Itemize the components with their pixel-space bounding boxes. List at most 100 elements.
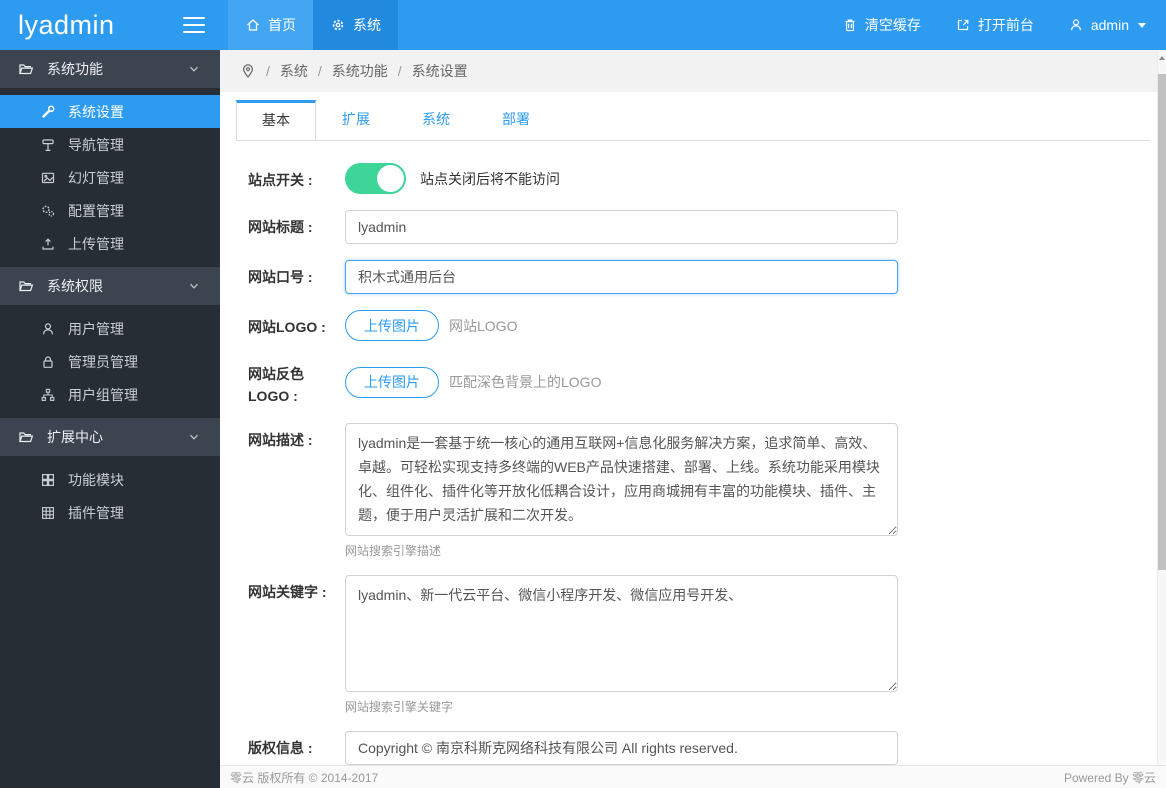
- tab-system[interactable]: 系统: [396, 100, 476, 140]
- field-label: 网站描述 :: [248, 432, 313, 449]
- field-label: 网站关键字 :: [248, 584, 327, 601]
- upload-icon: [42, 237, 54, 250]
- section-label: 系统功能: [47, 61, 103, 77]
- settings-form: 站点开关 : 站点关闭后将不能访问 网站标题 : lyadmin 网站口号: …: [220, 141, 1166, 765]
- body: 系统功能 系统设置 导航管理 幻灯管理 配置管理 上传管理 系统权限 用户管理 …: [0, 50, 1166, 788]
- sidebar-item-label: 配置管理: [68, 202, 124, 219]
- upload-inverse-logo-button[interactable]: 上传图片: [345, 366, 439, 398]
- form-row-site-title: 网站标题 :: [248, 210, 1166, 244]
- site-title-input[interactable]: [345, 210, 898, 244]
- folder-open-icon: [19, 281, 34, 292]
- user-menu-label: admin: [1090, 17, 1129, 33]
- field-label: 站点开关 :: [248, 172, 313, 188]
- top-nav: 首页 系统: [228, 0, 398, 50]
- sidebar-section-extension-center[interactable]: 扩展中心: [0, 418, 220, 456]
- breadcrumb-item-system[interactable]: 系统: [280, 61, 308, 81]
- sidebar-item-label: 插件管理: [68, 504, 124, 521]
- sidebar-item-label: 导航管理: [68, 136, 124, 153]
- gear-icon: [332, 19, 344, 31]
- footer-powered-by: Powered By 零云: [1063, 770, 1156, 785]
- sidebar-item-nav-management[interactable]: 导航管理: [0, 128, 220, 161]
- content: 基本 扩展 系统 部署 站点开关 : 站点关闭后将不能访问 网站标题: lya…: [220, 92, 1166, 765]
- menu-list-extension-center: 功能模块 插件管理: [0, 456, 220, 536]
- sidebar-item-label: 幻灯管理: [68, 169, 124, 186]
- copyright-input[interactable]: [345, 731, 898, 765]
- sidebar-item-config-management[interactable]: 配置管理: [0, 194, 220, 227]
- nav-item-label: 系统: [353, 17, 381, 33]
- form-row-site-logo-inverse: 网站反色LOGO : 上传图片 匹配深色背景上的LOGO: [248, 357, 1166, 407]
- sidebar-item-function-modules[interactable]: 功能模块: [0, 463, 220, 496]
- field-label: 网站标题 :: [248, 219, 313, 235]
- site-description-textarea[interactable]: lyadmin是一套基于统一核心的通用互联网+信息化服务解决方案，追求简单、高效…: [345, 423, 898, 537]
- chevron-down-icon: [190, 66, 198, 72]
- sidebar-item-upload-management[interactable]: 上传管理: [0, 227, 220, 260]
- sidebar-section-system-permissions[interactable]: 系统权限: [0, 267, 220, 305]
- form-row-site-keywords: 网站关键字 : lyadmin、新一代云平台、微信小程序开发、微信应用号开发、 …: [248, 575, 1166, 715]
- nav-item-home[interactable]: 首页: [228, 0, 313, 50]
- app-logo: lyadmin: [18, 9, 115, 40]
- breadcrumb-item-system-functions[interactable]: 系统功能: [332, 61, 388, 81]
- clear-cache-button[interactable]: 清空缓存: [842, 15, 921, 35]
- breadcrumb-separator: /: [397, 63, 402, 79]
- sidebar-item-label: 功能模块: [68, 471, 124, 488]
- tab-basic[interactable]: 基本: [236, 100, 316, 140]
- chevron-down-icon: [190, 283, 198, 289]
- site-slogan-input[interactable]: [345, 260, 898, 294]
- lock-icon: [43, 355, 53, 368]
- folder-open-icon: [19, 64, 34, 75]
- scrollbar-thumb[interactable]: [1158, 74, 1166, 570]
- field-hint: 网站搜索引擎关键字: [345, 700, 454, 715]
- breadcrumb-separator: /: [317, 63, 322, 79]
- top-bar: lyadmin 首页 系统 清空缓存 打开前台 admin: [0, 0, 1166, 50]
- field-label: 网站LOGO :: [248, 319, 326, 335]
- caret-down-icon: [1138, 22, 1146, 28]
- cogs-icon: [42, 205, 55, 217]
- sidebar-item-label: 管理员管理: [68, 353, 138, 370]
- user-icon: [43, 322, 53, 334]
- sidebar-item-label: 系统设置: [68, 103, 124, 120]
- external-link-icon: [957, 19, 969, 31]
- sidebar-item-system-settings[interactable]: 系统设置: [0, 95, 220, 128]
- field-label: 网站口号 :: [248, 269, 313, 285]
- tab-extension[interactable]: 扩展: [316, 100, 396, 140]
- form-row-site-logo: 网站LOGO : 上传图片 网站LOGO: [248, 310, 1166, 341]
- sidebar-item-user-management[interactable]: 用户管理: [0, 312, 220, 345]
- top-actions: 清空缓存 打开前台 admin: [842, 0, 1166, 50]
- open-frontend-button[interactable]: 打开前台: [955, 15, 1034, 35]
- breadcrumb-separator: /: [266, 63, 270, 79]
- user-icon: [1070, 19, 1081, 31]
- sidebar-item-usergroup-management[interactable]: 用户组管理: [0, 378, 220, 411]
- clear-cache-label: 清空缓存: [864, 17, 921, 33]
- sidebar-item-admin-management[interactable]: 管理员管理: [0, 345, 220, 378]
- hamburger-menu-icon[interactable]: [183, 17, 205, 33]
- breadcrumb: / 系统 / 系统功能 / 系统设置: [220, 50, 1166, 92]
- breadcrumb-item-system-settings[interactable]: 系统设置: [412, 61, 468, 81]
- open-frontend-label: 打开前台: [977, 17, 1034, 33]
- upload-logo-button[interactable]: 上传图片: [345, 310, 439, 341]
- field-hint: 网站搜索引擎描述: [345, 544, 442, 559]
- sitemap-icon: [41, 388, 55, 401]
- nav-item-system[interactable]: 系统: [313, 0, 398, 50]
- lyadmin-app: lyadmin 首页 系统 清空缓存 打开前台 admin 系统功能 系统设置 …: [0, 0, 1166, 788]
- scrollbar[interactable]: [1157, 50, 1166, 765]
- map-marker-icon: [242, 64, 254, 78]
- footer-copyright: 零云 版权所有 © 2014-2017: [230, 770, 379, 785]
- folder-open-icon: [19, 432, 34, 443]
- nav-item-label: 首页: [268, 17, 296, 33]
- sidebar: 系统功能 系统设置 导航管理 幻灯管理 配置管理 上传管理 系统权限 用户管理 …: [0, 50, 220, 788]
- home-icon: [247, 19, 259, 31]
- section-label: 扩展中心: [47, 429, 103, 445]
- sidebar-item-label: 上传管理: [68, 235, 124, 252]
- sidebar-item-label: 用户组管理: [68, 386, 138, 403]
- site-switch-toggle[interactable]: [345, 163, 406, 194]
- trash-icon: [845, 19, 855, 32]
- footer: 零云 版权所有 © 2014-2017 Powered By 零云: [220, 765, 1166, 788]
- user-menu[interactable]: admin: [1068, 17, 1146, 33]
- scrollbar-up-arrow[interactable]: [1158, 50, 1166, 66]
- tab-deploy[interactable]: 部署: [476, 100, 556, 140]
- sidebar-item-plugin-management[interactable]: 插件管理: [0, 496, 220, 529]
- site-keywords-textarea[interactable]: lyadmin、新一代云平台、微信小程序开发、微信应用号开发、: [345, 575, 898, 693]
- field-label: 版权信息 :: [248, 740, 313, 757]
- sidebar-section-system-functions[interactable]: 系统功能: [0, 50, 220, 88]
- sidebar-item-slides-management[interactable]: 幻灯管理: [0, 161, 220, 194]
